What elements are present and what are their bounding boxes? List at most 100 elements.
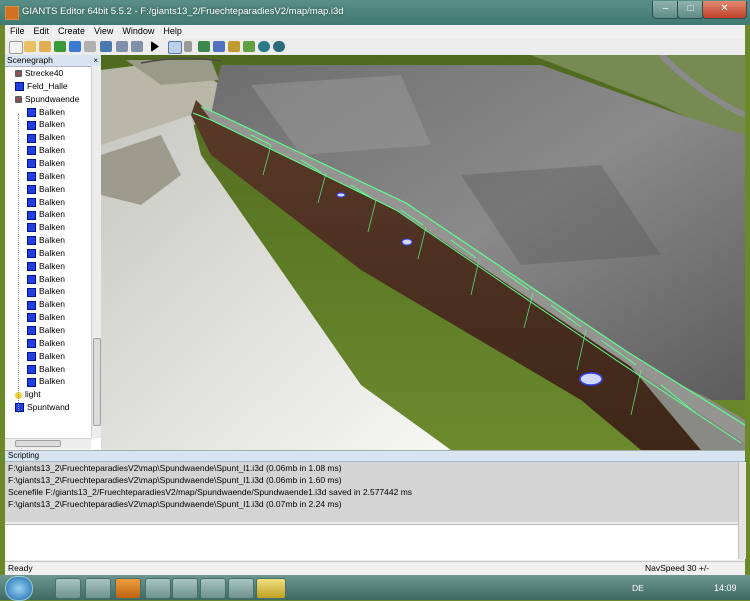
scenegraph-item[interactable]: Balken <box>27 131 65 143</box>
terrain-sculpt-icon[interactable] <box>198 41 210 52</box>
shape-icon <box>27 184 36 194</box>
undo-icon[interactable] <box>116 41 128 52</box>
language-indicator[interactable]: DE <box>632 583 644 593</box>
scenegraph-item[interactable]: Balken <box>27 285 65 297</box>
menu-create[interactable]: Create <box>53 25 89 36</box>
menu-edit[interactable]: Edit <box>29 25 54 36</box>
scrollbar-thumb[interactable] <box>93 338 101 426</box>
scenegraph-item[interactable]: Feld_Halle <box>15 80 68 92</box>
scripting-log: F:\giants13_2\FruechteparadiesV2\map\Spu… <box>5 462 738 522</box>
scenegraph-item[interactable]: Balken <box>27 324 65 336</box>
transform-group-icon <box>15 95 22 103</box>
refresh-icon[interactable] <box>54 41 66 52</box>
shape-icon <box>27 236 36 246</box>
select-tool-icon[interactable] <box>168 41 182 54</box>
taskbar-app-icon[interactable] <box>85 578 111 599</box>
menu-help[interactable]: Help <box>158 25 186 36</box>
grass-paint-icon[interactable] <box>243 41 255 52</box>
shape-icon <box>27 274 36 284</box>
scenegraph-item[interactable]: Balken <box>27 106 65 118</box>
scenegraph-header: Scenegraph × <box>5 55 101 67</box>
new-file-icon[interactable] <box>9 41 23 54</box>
scenegraph-item[interactable]: Balken <box>27 273 65 285</box>
scenegraph-item[interactable]: Spuntwand <box>15 401 70 413</box>
scenegraph-item-label: Balken <box>39 247 65 258</box>
scenegraph-item[interactable]: Balken <box>27 208 65 220</box>
scenegraph-item[interactable]: Balken <box>27 221 65 233</box>
play-icon[interactable] <box>151 41 159 52</box>
scenegraph-item[interactable]: Spundwaende <box>15 93 79 105</box>
scenegraph-item-label: Spuntwand <box>27 402 70 413</box>
camera-icon[interactable] <box>273 41 285 52</box>
navspeed-indicator: NavSpeed 30 +/- <box>645 563 710 573</box>
cut-icon[interactable] <box>100 41 112 52</box>
scenegraph-item[interactable]: Balken <box>27 157 65 169</box>
maximize-button[interactable]: □ <box>677 1 704 19</box>
scenegraph-item-label: Balken <box>39 170 65 181</box>
close-button[interactable]: ✕ <box>702 1 747 19</box>
shape-icon <box>27 133 36 143</box>
taskbar-app-icon[interactable] <box>55 578 81 599</box>
scenegraph-item-label: Balken <box>39 363 65 374</box>
scrollbar-thumb[interactable] <box>15 440 61 447</box>
menu-window[interactable]: Window <box>117 25 158 36</box>
scenegraph-item[interactable]: Balken <box>27 298 65 310</box>
scenegraph-item[interactable]: Balken <box>27 144 65 156</box>
open-folder-icon[interactable] <box>39 41 51 52</box>
foliage-paint-icon[interactable] <box>228 41 240 52</box>
scenegraph-item[interactable]: Balken <box>27 183 65 195</box>
scenegraph-item[interactable]: Balken <box>27 350 65 362</box>
scenegraph-item-label: Balken <box>39 132 65 143</box>
taskbar-app-icon[interactable] <box>145 578 171 599</box>
scenegraph-item[interactable]: Balken <box>27 337 65 349</box>
scenegraph-item-label: Balken <box>39 145 65 156</box>
save-icon[interactable] <box>69 41 81 52</box>
scenegraph-item[interactable]: Balken <box>27 260 65 272</box>
scripting-scrollbar[interactable] <box>738 462 746 559</box>
shape-icon <box>15 82 24 92</box>
shape-icon <box>15 403 24 413</box>
scenegraph-close-button[interactable]: × <box>93 55 98 66</box>
giants-editor-taskbar-icon[interactable] <box>256 578 286 599</box>
scenegraph-item[interactable]: Balken <box>27 247 65 259</box>
scenegraph-item[interactable]: Balken <box>27 311 65 323</box>
export-icon[interactable] <box>84 41 96 52</box>
firefox-icon[interactable] <box>115 578 141 599</box>
scenegraph-item-label: Balken <box>39 325 65 335</box>
redo-icon[interactable] <box>131 41 143 52</box>
terrain-paint-icon[interactable] <box>213 41 225 52</box>
open-file-icon[interactable] <box>24 41 36 52</box>
scenegraph-item[interactable]: Balken <box>27 375 65 387</box>
clock[interactable]: 14:09 <box>714 583 737 593</box>
taskbar-app-icon[interactable] <box>228 578 254 599</box>
shape-icon <box>27 120 36 130</box>
move-tool-icon[interactable] <box>184 41 192 52</box>
navigation-icon[interactable] <box>258 41 270 52</box>
script-input[interactable] <box>5 524 738 560</box>
scenegraph-item-label: light <box>25 389 41 400</box>
scenegraph-panel: Scenegraph × Strecke40 Feld_Halle Spundwae… <box>5 55 102 450</box>
scenegraph-item-label: Balken <box>39 106 65 117</box>
scenegraph-item[interactable]: Strecke40 <box>15 67 63 79</box>
menu-bar: File Edit Create View Window Help <box>5 25 745 39</box>
shape-icon <box>27 172 36 182</box>
shape-icon <box>27 339 36 349</box>
shape-icon <box>27 351 36 361</box>
scenegraph-item-label: Spundwaende <box>25 93 80 104</box>
scenegraph-item[interactable]: Balken <box>27 196 65 208</box>
scenegraph-item[interactable]: Balken <box>27 234 65 246</box>
scenegraph-item[interactable]: Balken <box>27 118 65 130</box>
menu-file[interactable]: File <box>5 25 29 36</box>
minimize-button[interactable]: – <box>652 1 679 19</box>
taskbar-app-icon[interactable] <box>172 578 198 599</box>
scenegraph-item-label: Balken <box>39 157 65 168</box>
scenegraph-item[interactable]: Balken <box>27 363 65 375</box>
start-button[interactable] <box>5 576 33 601</box>
log-line: F:\giants13_2\FruechteparadiesV2\map\Spu… <box>8 475 342 485</box>
3d-viewport[interactable] <box>101 55 745 450</box>
taskbar-app-icon[interactable] <box>200 578 226 599</box>
scenegraph-horizontal-scrollbar[interactable] <box>5 438 91 449</box>
scenegraph-item-label: Balken <box>39 119 65 130</box>
menu-view[interactable]: View <box>89 25 117 36</box>
scenegraph-item[interactable]: Balken <box>27 170 65 182</box>
